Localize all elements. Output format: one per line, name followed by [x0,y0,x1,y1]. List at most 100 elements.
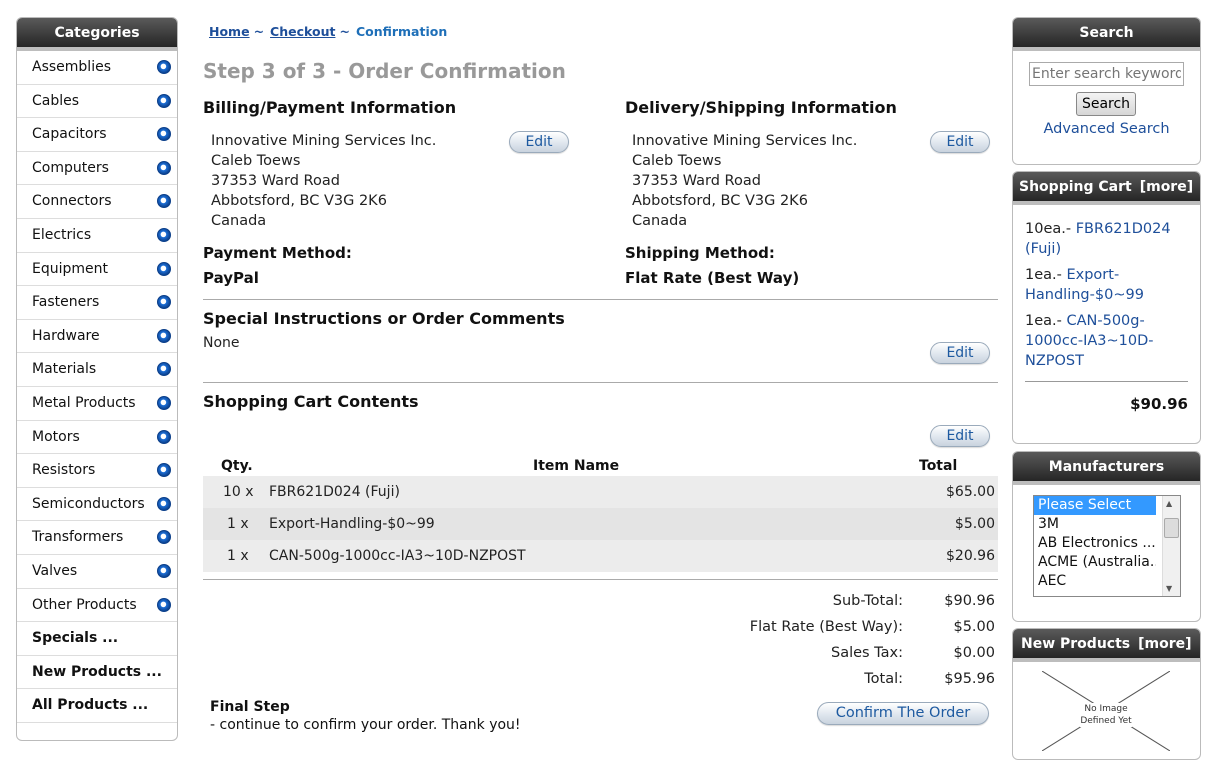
edit-billing-button[interactable]: Edit [509,131,569,153]
breadcrumb-current: Confirmation [355,24,448,39]
category-item[interactable]: Fasteners [17,286,177,320]
billing-address-line: Abbotsford, BC V3G 2K6 [211,193,387,209]
arrow-bullet-icon [157,194,171,209]
arrow-bullet-icon [157,93,171,108]
shipping-row: Flat Rate (Best Way): $5.00 [600,617,995,637]
side-cart-item: 1ea.- CAN-500g-1000cc-IA3~10D-NZPOST [1025,311,1175,371]
category-label: Connectors [32,193,112,210]
delivery-title: Delivery/Shipping Information [625,98,897,117]
tax-value: $0.00 [953,645,995,661]
arrow-bullet-icon [157,295,171,310]
edit-cart-button[interactable]: Edit [930,425,990,447]
category-item[interactable]: Resistors [17,454,177,488]
category-item[interactable]: Motors [17,421,177,455]
category-label: Materials [32,361,97,378]
arrow-bullet-icon [157,60,171,74]
arrow-bullet-icon [157,127,171,142]
delivery-address: Innovative Mining Services Inc. Caleb To… [632,131,857,231]
scroll-thumb[interactable] [1164,518,1179,538]
edit-instructions-button[interactable]: Edit [930,342,990,364]
row-qty: 1 x [227,548,249,564]
table-row: 1 x Export-Handling-$0~99 $5.00 [203,508,998,540]
breadcrumb-home-link[interactable]: Home [209,24,250,39]
search-input[interactable] [1029,62,1184,86]
side-cart-title: Shopping Cart [1019,179,1132,195]
scroll-down-icon[interactable]: ▼ [1166,584,1172,593]
arrow-bullet-icon [157,463,171,478]
row-item-name: FBR621D024 (Fuji) [269,484,400,500]
category-item[interactable]: Other Products [17,589,177,623]
category-label: Hardware [32,327,100,344]
category-item[interactable]: Hardware [17,320,177,354]
category-item[interactable]: Materials [17,353,177,387]
side-cart-item-qty: 1ea.- [1025,313,1062,329]
side-cart-header: Shopping Cart [more] [1013,172,1200,205]
category-item[interactable]: Semiconductors [17,488,177,522]
category-item[interactable]: Connectors [17,185,177,219]
category-item[interactable]: Assemblies [17,51,177,85]
row-qty: 1 x [227,516,249,532]
arrow-bullet-icon [157,160,171,175]
billing-address-line: Canada [211,213,267,229]
col-item-name-header: Item Name [533,458,620,474]
breadcrumb-separator: ~ [339,24,350,39]
instructions-title: Special Instructions or Order Comments [203,309,565,328]
manufacturer-option[interactable]: AB Electronics ... [1034,534,1156,553]
shipping-method-value: Flat Rate (Best Way) [625,269,800,287]
category-item[interactable]: All Products ... [17,689,177,723]
category-label: Specials ... [32,630,119,647]
divider [203,299,998,300]
manufacturer-option[interactable]: 3M [1034,515,1156,534]
total-row: Total: $95.96 [600,669,995,689]
manufacturer-option[interactable]: AEC [1034,572,1156,591]
side-cart-items: 10ea.- FBR621D024 (Fuji) 1ea.- Export-Ha… [1013,205,1200,371]
row-item-name: CAN-500g-1000cc-IA3~10D-NZPOST [269,548,526,564]
row-total: $65.00 [946,484,995,500]
scroll-up-icon[interactable]: ▲ [1166,499,1172,508]
total-label: Total: [864,671,903,687]
edit-delivery-button[interactable]: Edit [930,131,990,153]
page-title: Step 3 of 3 - Order Confirmation [203,59,566,83]
category-label: Motors [32,428,80,445]
category-item[interactable]: Transformers [17,521,177,555]
side-cart-box: Shopping Cart [more] 10ea.- FBR621D024 (F… [1012,171,1201,444]
category-label: Metal Products [32,394,136,411]
manufacturers-scrollbar[interactable]: ▲ ▼ [1162,496,1180,596]
confirm-order-button[interactable]: Confirm The Order [817,702,989,725]
category-label: Equipment [32,260,108,277]
category-item[interactable]: Valves [17,555,177,589]
side-cart-more-link[interactable]: [more] [1140,179,1193,195]
breadcrumb-checkout-link[interactable]: Checkout [270,24,335,39]
delivery-address-line: 37353 Ward Road [632,173,761,189]
category-item[interactable]: Electrics [17,219,177,253]
category-item[interactable]: Capacitors [17,118,177,152]
search-button[interactable]: Search [1076,92,1136,116]
manufacturer-option[interactable]: Please Select [1034,496,1156,515]
breadcrumb-separator: ~ [253,24,265,39]
arrow-bullet-icon [157,496,171,511]
category-item[interactable]: Specials ... [17,622,177,656]
side-cart-item: 10ea.- FBR621D024 (Fuji) [1025,219,1200,259]
category-item[interactable]: Equipment [17,253,177,287]
side-cart-divider [1025,381,1188,382]
payment-method-value: PayPal [203,269,259,287]
row-item-name: Export-Handling-$0~99 [269,516,435,532]
arrow-bullet-icon [157,328,171,343]
advanced-search-link[interactable]: Advanced Search [1013,121,1200,137]
manufacturers-select[interactable]: Please Select 3M AB Electronics ... ACME… [1033,495,1181,597]
category-item[interactable]: New Products ... [17,656,177,690]
col-total-header: Total [919,458,958,474]
new-products-header: New Products [more] [1013,629,1200,662]
category-item[interactable]: Cables [17,85,177,119]
categories-box: Categories Assemblies Cables Capacitors Com… [16,17,178,741]
no-image-placeholder[interactable]: No Image Defined Yet [1041,670,1171,752]
final-step-text: - continue to confirm your order. Thank … [210,717,521,733]
category-label: New Products ... [32,663,162,680]
manufacturer-option[interactable]: ACME (Australia... [1034,553,1156,572]
category-item[interactable]: Computers [17,152,177,186]
new-products-more-link[interactable]: [more] [1138,636,1191,652]
cart-contents-title: Shopping Cart Contents [203,392,419,411]
category-item[interactable]: Metal Products [17,387,177,421]
arrow-bullet-icon [157,597,171,612]
row-total: $5.00 [954,516,995,532]
